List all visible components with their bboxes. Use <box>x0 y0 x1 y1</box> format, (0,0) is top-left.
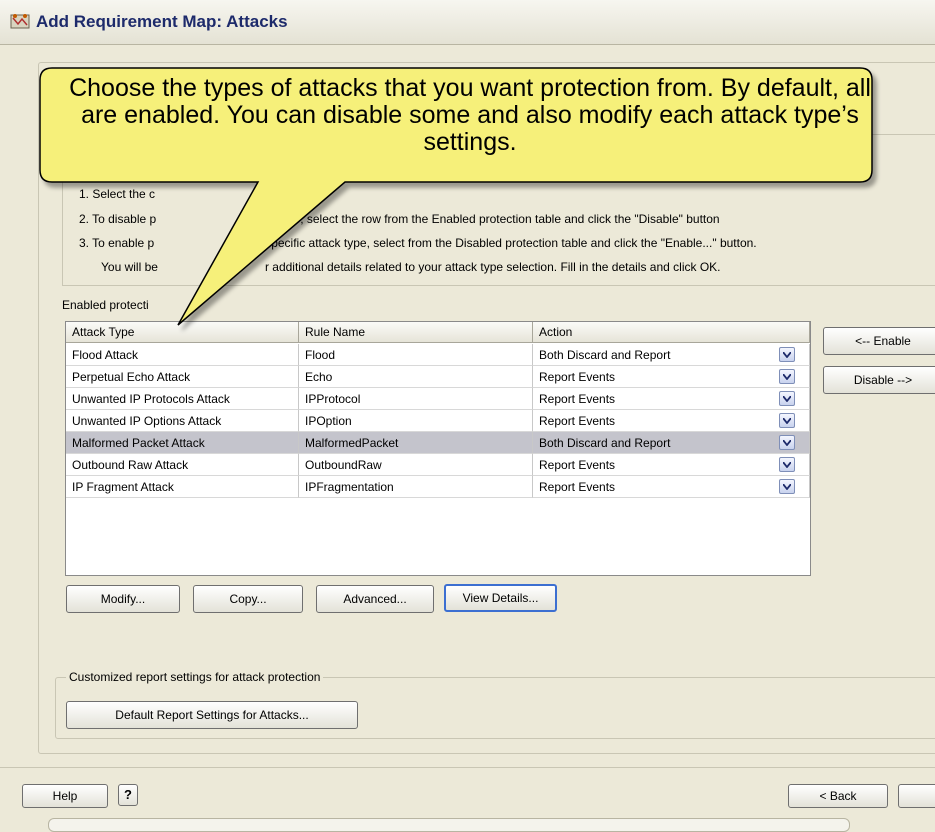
action-cell[interactable]: Report Events <box>533 476 810 498</box>
footer-divider <box>0 767 935 768</box>
enabled-protection-label: Enabled protecti <box>62 298 149 312</box>
action-cell[interactable]: Both Discard and Report <box>533 344 810 366</box>
action-dropdown-chevron-icon[interactable] <box>779 479 795 494</box>
default-report-settings-button[interactable]: Default Report Settings for Attacks... <box>66 701 358 729</box>
action-cell[interactable]: Report Events <box>533 454 810 476</box>
rule-name-cell: IPFragmentation <box>299 476 533 498</box>
enable-button[interactable]: <-- Enable <box>823 327 935 355</box>
action-cell[interactable]: Report Events <box>533 388 810 410</box>
instruction-note: You will be r additional details related … <box>101 260 721 274</box>
attack-type-cell: Flood Attack <box>66 344 299 366</box>
view-details-button[interactable]: View Details... <box>444 584 557 612</box>
attack-type-cell: Unwanted IP Options Attack <box>66 410 299 432</box>
next-button[interactable]: N <box>898 784 935 808</box>
horizontal-scrollbar[interactable] <box>48 818 850 832</box>
attack-type-cell: Unwanted IP Protocols Attack <box>66 388 299 410</box>
action-cell[interactable]: Both Discard and Report <box>533 432 810 454</box>
modify-button[interactable]: Modify... <box>66 585 180 613</box>
rule-name-cell: IPOption <box>299 410 533 432</box>
action-cell[interactable]: Report Events <box>533 410 810 432</box>
report-settings-label: Customized report settings for attack pr… <box>66 670 324 684</box>
help-button[interactable]: Help <box>22 784 108 808</box>
callout-text: Choose the types of attacks that you wan… <box>69 74 871 156</box>
action-dropdown-chevron-icon[interactable] <box>779 435 795 450</box>
title-bar: Add Requirement Map: Attacks <box>0 0 935 45</box>
action-dropdown-chevron-icon[interactable] <box>779 457 795 472</box>
table-header: Attack Type Rule Name Action <box>66 322 810 344</box>
rule-name-cell: Flood <box>299 344 533 366</box>
action-dropdown-chevron-icon[interactable] <box>779 369 795 384</box>
table-row[interactable]: IP Fragment Attack IPFragmentation Report … <box>66 476 810 498</box>
action-dropdown-chevron-icon[interactable] <box>779 347 795 362</box>
advanced-button[interactable]: Advanced... <box>316 585 434 613</box>
window-title: Add Requirement Map: Attacks <box>36 12 288 31</box>
instructions-box: 1. Select the c ck type. 2. To disable pk… <box>62 134 935 286</box>
copy-button[interactable]: Copy... <box>193 585 303 613</box>
rule-name-cell: MalformedPacket <box>299 432 533 454</box>
table-row[interactable]: Unwanted IP Options Attack IPOption Report… <box>66 410 810 432</box>
table-row[interactable]: Flood Attack Flood Both Discard and Report <box>66 344 810 366</box>
attack-type-cell: Outbound Raw Attack <box>66 454 299 476</box>
requirement-map-icon <box>10 14 30 29</box>
instruction-step-3: 3. To enable p pecific attack type, selec… <box>79 236 757 250</box>
table-row[interactable]: Perpetual Echo Attack Echo Report Events <box>66 366 810 388</box>
instruction-step-1: 1. Select the c ck type. <box>79 187 303 201</box>
rule-name-cell: Echo <box>299 366 533 388</box>
help-question-icon[interactable]: ? <box>118 784 138 806</box>
rule-name-cell: OutboundRaw <box>299 454 533 476</box>
rule-name-cell: IPProtocol <box>299 388 533 410</box>
back-button[interactable]: < Back <box>788 784 888 808</box>
enabled-protection-table[interactable]: Attack Type Rule Name Action Flood Attac… <box>65 321 811 576</box>
attack-type-cell: IP Fragment Attack <box>66 476 299 498</box>
column-header-attack-type[interactable]: Attack Type <box>66 322 299 343</box>
action-cell[interactable]: Report Events <box>533 366 810 388</box>
table-row[interactable]: Malformed Packet Attack MalformedPacket Bo… <box>66 432 810 454</box>
table-row[interactable]: Outbound Raw Attack OutboundRaw Report Eve… <box>66 454 810 476</box>
disable-button[interactable]: Disable --> <box>823 366 935 394</box>
column-header-action[interactable]: Action <box>533 322 810 343</box>
action-dropdown-chevron-icon[interactable] <box>779 413 795 428</box>
table-row[interactable]: Unwanted IP Protocols Attack IPProtocol Re… <box>66 388 810 410</box>
column-header-rule-name[interactable]: Rule Name <box>299 322 533 343</box>
attack-type-cell: Malformed Packet Attack <box>66 432 299 454</box>
action-dropdown-chevron-icon[interactable] <box>779 391 795 406</box>
attack-type-cell: Perpetual Echo Attack <box>66 366 299 388</box>
instruction-step-2: 2. To disable pk type, select the row fr… <box>79 212 720 226</box>
